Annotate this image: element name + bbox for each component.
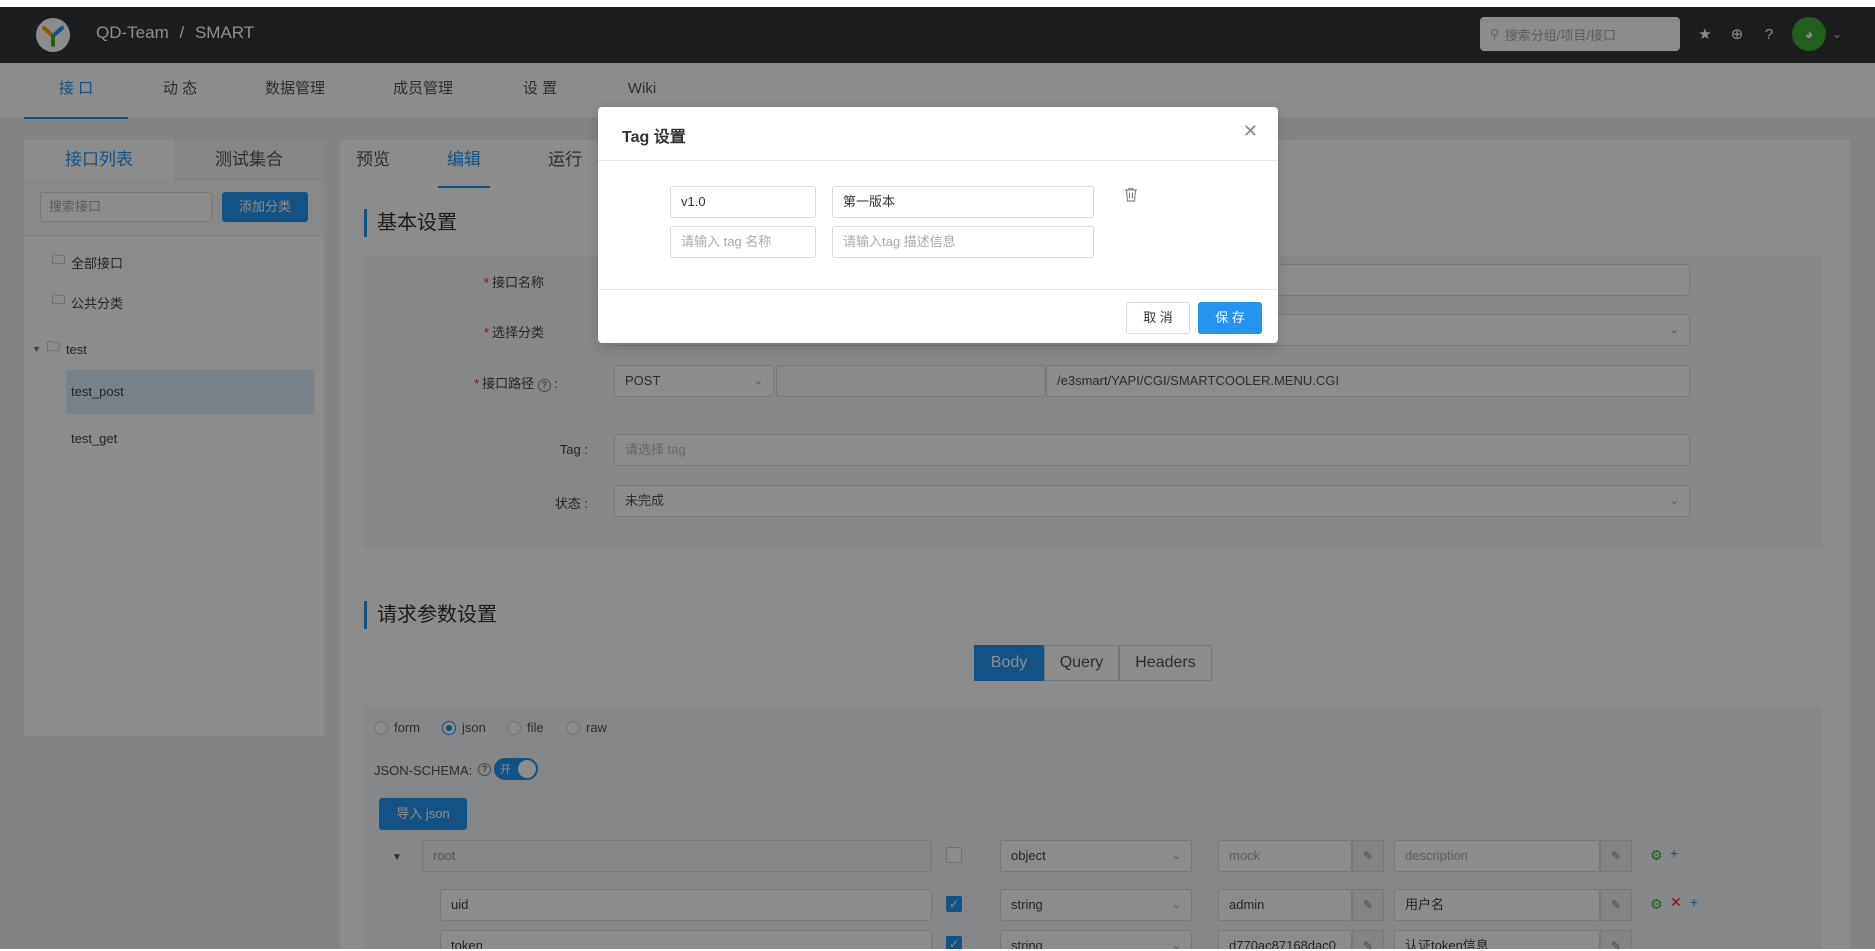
new-tag-name-input[interactable]: 请输入 tag 名称 [670, 226, 816, 258]
cancel-button[interactable]: 取 消 [1126, 302, 1190, 334]
modal-header: Tag 设置 ✕ [598, 107, 1278, 161]
top-edge [0, 0, 1875, 7]
modal-title: Tag 设置 [622, 129, 686, 146]
tag-settings-modal: Tag 设置 ✕ v1.0 第一版本 请输入 tag 名称 请输入tag 描述信… [598, 107, 1278, 343]
trash-icon[interactable] [1124, 187, 1138, 206]
tag-desc-input[interactable]: 第一版本 [832, 186, 1094, 218]
close-icon[interactable]: ✕ [1243, 121, 1258, 142]
modal-footer: 取 消 保 存 [598, 289, 1278, 343]
tag-name-input[interactable]: v1.0 [670, 186, 816, 218]
save-button[interactable]: 保 存 [1198, 302, 1262, 334]
new-tag-desc-input[interactable]: 请输入tag 描述信息 [832, 226, 1094, 258]
